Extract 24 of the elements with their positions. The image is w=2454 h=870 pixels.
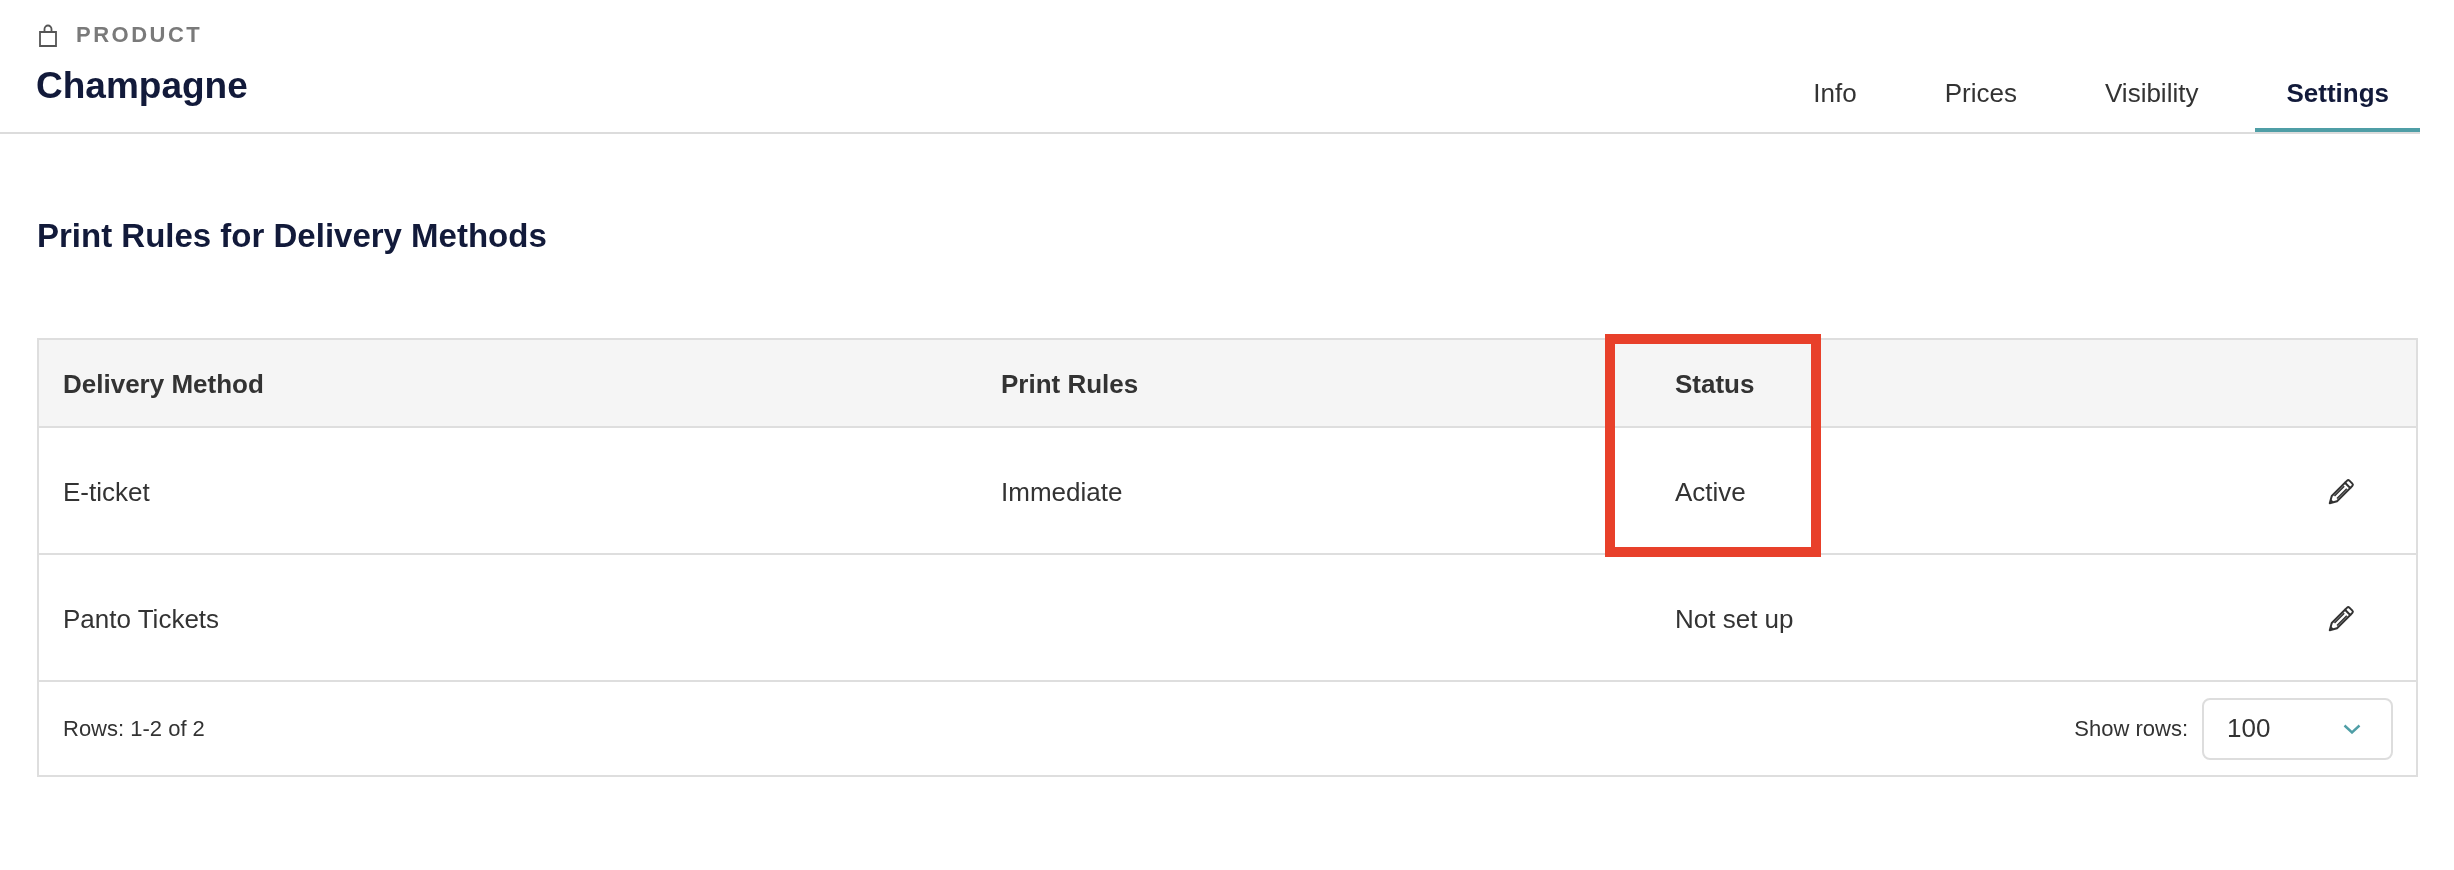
row-count-text: Rows: 1-2 of 2 bbox=[63, 715, 205, 742]
table-cell: Panto Tickets bbox=[63, 603, 220, 634]
table-cell: Active bbox=[1675, 476, 1746, 507]
pencil-icon bbox=[2326, 476, 2356, 507]
rows-per-page-select[interactable]: 100 bbox=[2202, 697, 2393, 760]
tab[interactable]: Prices bbox=[1913, 68, 2048, 132]
pencil-icon bbox=[2326, 603, 2356, 634]
table-cell: Not set up bbox=[1675, 603, 1794, 634]
edit-button[interactable] bbox=[2326, 603, 2356, 634]
edit-button[interactable] bbox=[2326, 476, 2356, 507]
chevron-down-icon bbox=[2343, 723, 2361, 734]
tab[interactable]: Settings bbox=[2255, 68, 2420, 132]
table-cell: E-ticket bbox=[63, 476, 150, 507]
show-rows-label: Show rows: bbox=[2074, 715, 2188, 742]
table-cell: Immediate bbox=[1001, 476, 1123, 507]
column-header: Print Rules bbox=[1001, 369, 1139, 399]
product-title: Champagne bbox=[36, 64, 248, 108]
shopping-bag-icon bbox=[39, 23, 57, 47]
column-header: Delivery Method bbox=[63, 369, 264, 399]
section-label: PRODUCT bbox=[76, 22, 203, 48]
section-heading: Print Rules for Delivery Methods bbox=[37, 216, 548, 256]
column-header: Status bbox=[1675, 369, 1755, 399]
tab[interactable]: Info bbox=[1782, 68, 1888, 132]
tab[interactable]: Visibility bbox=[2074, 68, 2230, 132]
